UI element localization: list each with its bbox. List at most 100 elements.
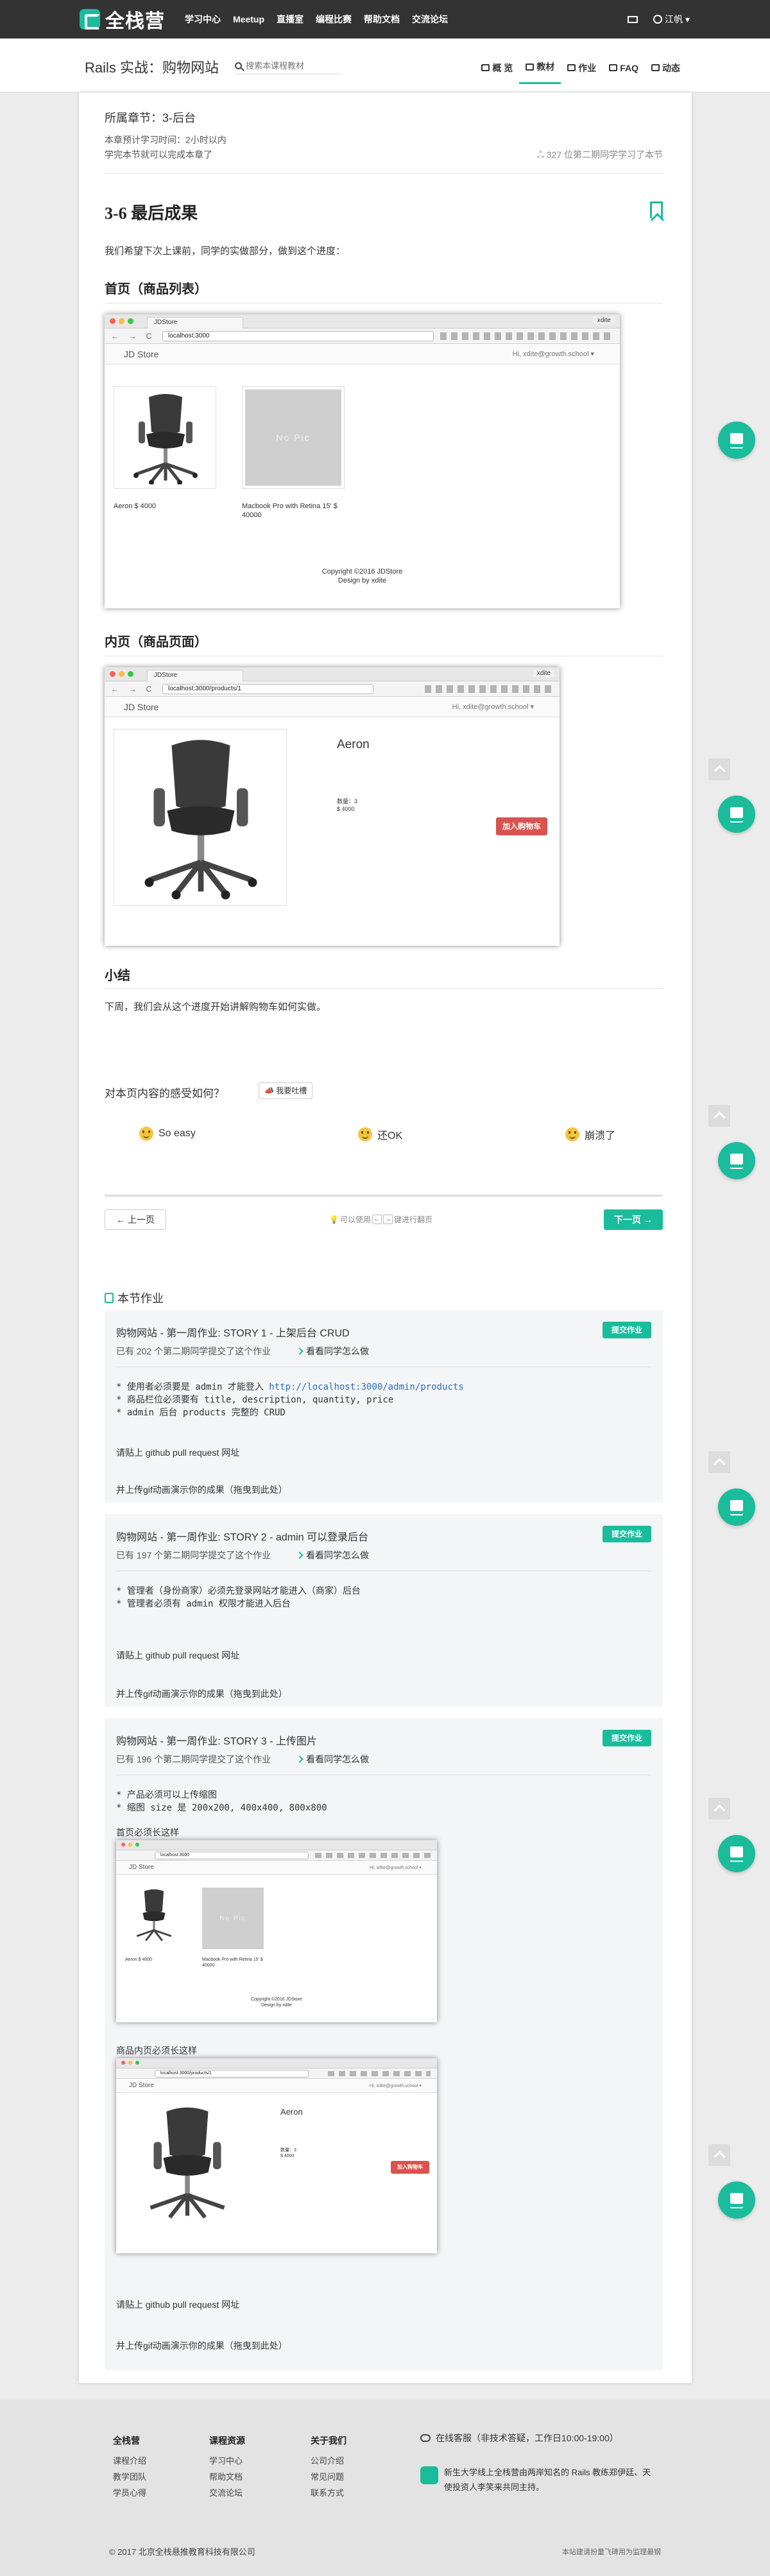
footer-link[interactable]: 课程介绍 (113, 2453, 146, 2469)
pr-url-prompt[interactable]: 请贴上 github pull request 网址 (116, 1649, 239, 1662)
footer-link[interactable]: 帮助文档 (209, 2469, 245, 2485)
mail-icon[interactable] (628, 15, 638, 23)
feeling-option-ok[interactable]: 还OK (358, 1127, 402, 1142)
hint-suffix: 键进行翻页 (393, 1215, 432, 1224)
homework-section-title: 本节作业 (105, 1290, 164, 1306)
logo-icon (80, 9, 100, 30)
chair-image (133, 394, 198, 484)
admin-products-link[interactable]: http://localhost:3000/admin/products (269, 1382, 463, 1392)
footer-link[interactable]: 交流论坛 (209, 2485, 245, 2501)
chair-image (144, 740, 257, 900)
site-logo[interactable]: 全栈营 (80, 6, 165, 32)
pr-url-prompt[interactable]: 请贴上 github pull request 网址 (116, 2298, 239, 2311)
footer-link[interactable]: 学习中心 (209, 2453, 245, 2469)
learned-count: ஃ 327 位第二期同学学习了本节 (537, 148, 663, 162)
footer-link[interactable]: 学员心得 (113, 2485, 146, 2501)
nav-meetup[interactable]: Meetup (233, 14, 264, 24)
search-input[interactable] (246, 61, 336, 71)
summary-text: 下周，我们会从这个进度开始讲解购物车如何实做。 (105, 1002, 327, 1012)
learned-count-text: 327 位第二期同学学习了本节 (546, 149, 663, 160)
list-icon (526, 63, 535, 71)
prev-page-button[interactable]: ← 上一页 (105, 1209, 166, 1230)
tab-activity[interactable]: 动态 (645, 53, 687, 84)
index-page-screenshot: JDStore xdite ← → Clocalhost:3000 JD Sto… (105, 314, 620, 608)
tab-overview[interactable]: 概 览 (475, 53, 519, 84)
notes-float-button[interactable] (718, 1142, 755, 1179)
index-caption: 首页必须长这样 (116, 1827, 179, 1838)
scroll-top-button[interactable] (708, 758, 730, 780)
scroll-top-button[interactable] (708, 1451, 730, 1473)
homework-name: 购物网站 - 第一周作业: STORY 1 - 上架后台 CRUD (116, 1328, 350, 1339)
notes-float-button[interactable] (718, 1835, 755, 1872)
feeling-option-easy[interactable]: So easy (139, 1127, 196, 1141)
notes-float-button[interactable] (718, 422, 755, 459)
nav-contest[interactable]: 编程比赛 (316, 13, 352, 26)
nav-live-room[interactable]: 直播室 (277, 13, 304, 26)
footer-col-bootcamp: 全栈营 课程介绍 教学团队 学员心得 (113, 2433, 146, 2501)
bookmark-icon[interactable] (650, 201, 663, 218)
user-menu[interactable]: 江帆 ▾ (653, 13, 690, 26)
gif-upload-dropzone[interactable]: 并上传gif动画演示你的成果（拖曳到此处） (116, 2339, 287, 2352)
notes-float-button[interactable] (718, 2181, 755, 2219)
footer-logo-icon (420, 2466, 438, 2484)
browser-profile: xdite (533, 670, 554, 677)
footer-link[interactable]: 公司介绍 (311, 2453, 346, 2469)
prev-label: 上一页 (127, 1215, 155, 1225)
feeling-option-crash[interactable]: 崩溃了 (565, 1127, 615, 1142)
no-pic-placeholder: No Pic (245, 389, 341, 486)
feedback-button-label: 我要吐槽 (276, 1086, 307, 1095)
notes-float-button[interactable] (718, 796, 755, 833)
gif-upload-dropzone[interactable]: 并上传gif动画演示你的成果（拖曳到此处） (116, 1483, 287, 1496)
bulb-icon: 💡 (329, 1215, 339, 1224)
homework-name: 购物网站 - 第一周作业: STORY 2 - admin 可以登录后台 (116, 1532, 368, 1543)
tab-homework[interactable]: 作业 (561, 53, 603, 84)
homework-card: 购物网站 - 第一周作业: STORY 2 - admin 可以登录后台 提交作… (105, 1514, 663, 1707)
tab-materials[interactable]: 教材 (519, 53, 561, 84)
homework-count: 已有 202 个第二期同学提交了这个作业 (116, 1346, 271, 1356)
feedback-question: 对本页内容的感受如何？ (105, 1088, 225, 1100)
product-thumb: No Pic (242, 386, 345, 489)
pr-url-prompt[interactable]: 请贴上 github pull request 网址 (116, 1446, 239, 1459)
icp-record[interactable]: 本站建请扮量飞碑用为监理最钢 (562, 2546, 661, 2557)
nav-help-docs[interactable]: 帮助文档 (364, 13, 400, 26)
notes-float-button[interactable] (718, 1488, 755, 1526)
submit-homework-button[interactable]: 提交作业 (603, 1322, 651, 1338)
mock-greeting: Hi, xdite@growth.school ▾ (512, 350, 594, 358)
scroll-top-button[interactable] (708, 1105, 730, 1127)
chair-image (136, 1889, 172, 1941)
tab-faq[interactable]: FAQ (603, 53, 645, 84)
scroll-top-button[interactable] (708, 1798, 730, 1820)
product-image-frame (114, 729, 287, 906)
keyboard-hint: 💡 可以使用 ← → 键进行翻页 (329, 1214, 432, 1225)
submit-homework-button[interactable]: 提交作业 (603, 1730, 651, 1746)
document-icon (567, 64, 576, 71)
product-price: $ 4000 (337, 806, 355, 812)
right-key: → (382, 1215, 393, 1224)
feedback-button[interactable]: 📣 我要吐槽 (259, 1082, 313, 1099)
next-page-button[interactable]: 下一页 → (604, 1209, 663, 1230)
copyright: © 2017 北京全栈悬推教育科技有限公司 (109, 2547, 255, 2557)
mock-site-brand: JD Store (129, 2082, 154, 2089)
see-classmates-link[interactable]: 看看同学怎么做 (297, 1753, 369, 1766)
arrow-left-icon: ← (116, 1215, 128, 1225)
lesson-card: 所属章节：3-后台 本章预计学习时间：2小时以内 学完本节就可以完成本章了 ஃ … (79, 92, 692, 2383)
chair-image (150, 2107, 225, 2219)
see-classmates-link[interactable]: 看看同学怎么做 (297, 1549, 369, 1562)
footer-link[interactable]: 教学团队 (113, 2469, 146, 2485)
footer-link[interactable]: 联系方式 (311, 2485, 346, 2501)
mock-footer-copyright: Copyright ©2016 JDStore (251, 1997, 302, 2002)
see-classmates-link[interactable]: 看看同学怎么做 (297, 1345, 369, 1358)
footer-col-resources: 课程资源 学习中心 帮助文档 交流论坛 (209, 2433, 245, 2501)
browser-tab: JDStore (147, 670, 243, 681)
tab-label: 教材 (536, 62, 555, 72)
nav-forum[interactable]: 交流论坛 (412, 13, 448, 26)
course-title[interactable]: Rails 实战：购物网站 (85, 56, 219, 77)
detail-caption: 商品内页必须长这样 (116, 2045, 197, 2056)
nav-learning-center[interactable]: 学习中心 (185, 13, 221, 26)
footer-link[interactable]: 常见问题 (311, 2469, 346, 2485)
online-service[interactable]: 在线客服（非技术答疑，工作日10:00-19:00） (420, 2432, 619, 2444)
scroll-top-button[interactable] (708, 2144, 730, 2166)
homework-bullet: * 产品必须可以上传缩图 (116, 1790, 217, 1800)
submit-homework-button[interactable]: 提交作业 (603, 1526, 651, 1542)
gif-upload-dropzone[interactable]: 并上传gif动画演示你的成果（拖曳到此处） (116, 1687, 287, 1700)
